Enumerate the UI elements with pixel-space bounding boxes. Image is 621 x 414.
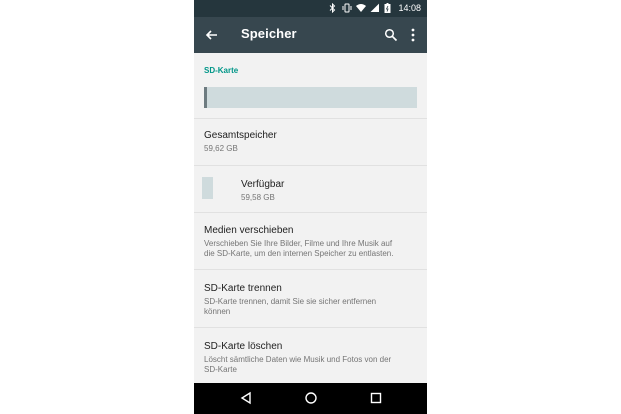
unmount-sd-title: SD-Karte trennen <box>204 283 282 294</box>
unmount-sd-description-line2: können <box>204 307 231 316</box>
move-media-description-line2: die SD-Karte, um den internen Speicher z… <box>204 249 394 258</box>
erase-sd-description-line2: SD-Karte <box>204 365 237 374</box>
search-icon[interactable] <box>384 28 398 42</box>
divider <box>194 212 427 213</box>
available-storage-value: 59,58 GB <box>241 193 275 202</box>
erase-sd-item[interactable]: SD-Karte löschen Löscht sämtliche Daten … <box>204 341 419 375</box>
divider <box>194 118 427 119</box>
battery-icon <box>384 3 393 13</box>
app-bar: Speicher <box>194 17 427 53</box>
divider <box>194 165 427 166</box>
phone-screen: 14:08 Speicher SD-Karte Gesamtspeicher 5… <box>194 0 427 414</box>
available-storage-title: Verfügbar <box>241 179 285 190</box>
bluetooth-icon <box>328 2 337 14</box>
signal-icon <box>370 2 380 13</box>
status-bar: 14:08 <box>194 0 427 17</box>
wifi-icon <box>356 3 367 13</box>
home-circle-icon[interactable] <box>304 391 318 405</box>
status-icons: 14:08 <box>328 2 421 14</box>
storage-usage-fill <box>204 87 207 108</box>
total-storage-value: 59,62 GB <box>204 144 238 153</box>
storage-usage-bar <box>204 87 417 108</box>
total-storage-item: Gesamtspeicher 59,62 GB <box>204 130 419 154</box>
divider <box>194 269 427 270</box>
move-media-title: Medien verschieben <box>204 225 294 236</box>
page-title: Speicher <box>241 26 297 41</box>
total-storage-title: Gesamtspeicher <box>204 130 277 141</box>
unmount-sd-item[interactable]: SD-Karte trennen SD-Karte trennen, damit… <box>204 283 419 317</box>
move-media-item[interactable]: Medien verschieben Verschieben Sie Ihre … <box>204 225 419 259</box>
navigation-bar <box>194 383 427 414</box>
arrow-left-icon[interactable] <box>204 27 220 43</box>
divider <box>194 327 427 328</box>
recents-square-icon[interactable] <box>369 391 383 405</box>
unmount-sd-description-line1: SD-Karte trennen, damit Sie sie sicher e… <box>204 297 377 306</box>
erase-sd-title: SD-Karte löschen <box>204 341 283 352</box>
erase-sd-description-line1: Löscht sämtliche Daten wie Musik und Fot… <box>204 355 392 364</box>
back-triangle-icon[interactable] <box>239 391 253 405</box>
section-header-sd-card: SD-Karte <box>204 66 239 75</box>
available-color-swatch <box>202 177 213 199</box>
move-media-description-line1: Verschieben Sie Ihre Bilder, Filme und I… <box>204 239 393 248</box>
status-time: 14:08 <box>398 3 421 13</box>
more-vert-icon[interactable] <box>409 28 417 42</box>
available-storage-item: Verfügbar 59,58 GB <box>241 179 411 203</box>
vibrate-icon <box>342 3 352 13</box>
